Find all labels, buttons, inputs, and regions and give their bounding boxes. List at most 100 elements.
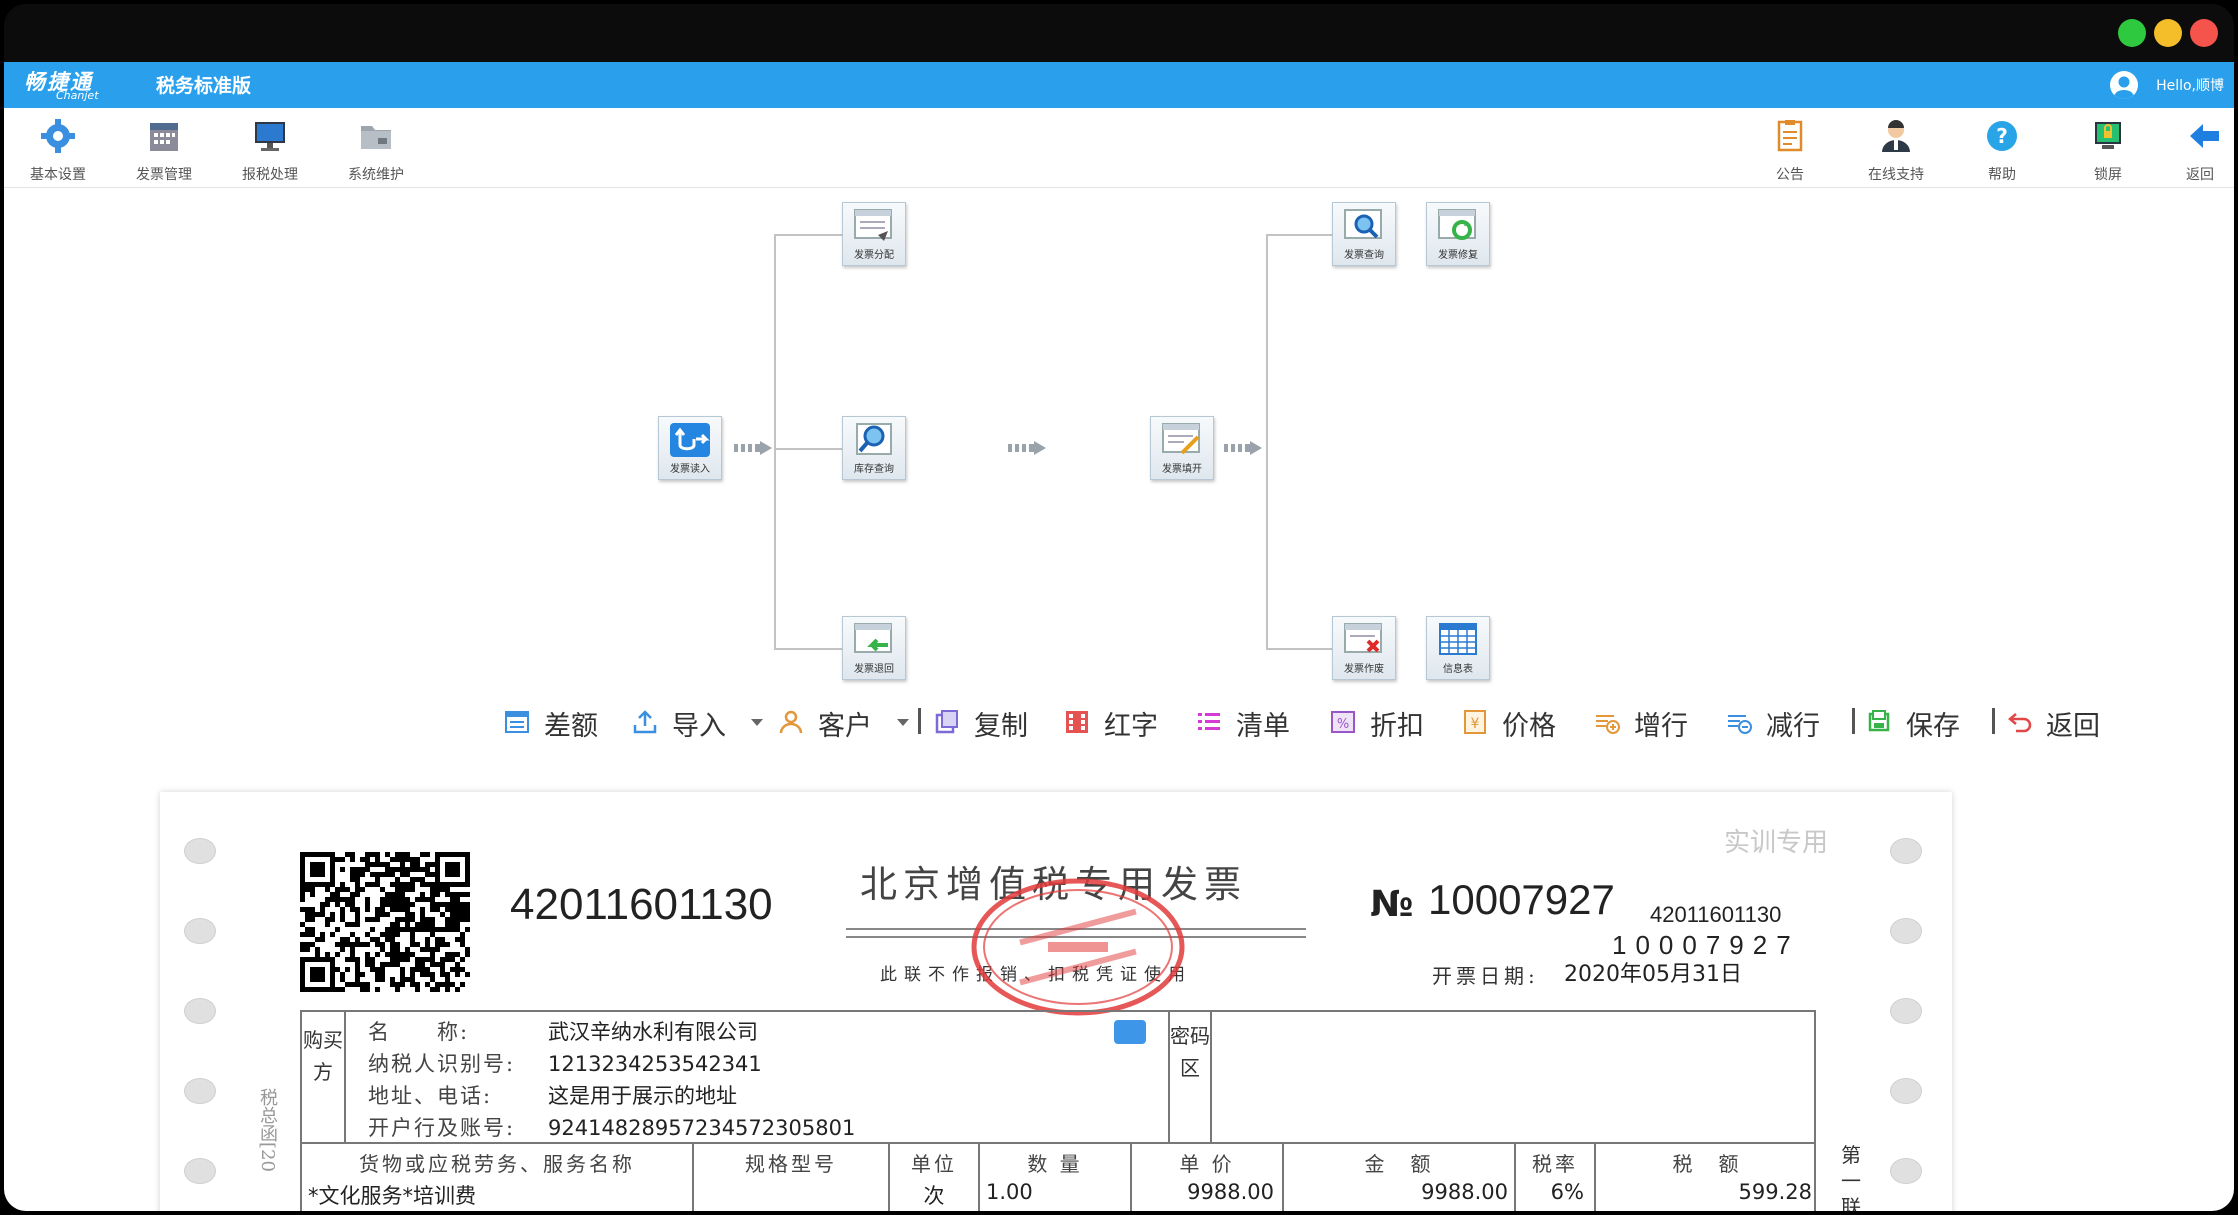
col-tax-rate[interactable]: 税率 6%	[1516, 1144, 1596, 1211]
app-header: 畅捷通 Chanjet 税务标准版 Hello,顺博	[4, 62, 2234, 108]
back-arrow-icon	[2190, 124, 2219, 148]
flow-info-table[interactable]: 信息表	[1426, 616, 1490, 680]
toolbar-basic-settings[interactable]: 基本设置	[8, 108, 108, 188]
flow-invoice-return[interactable]: 发票退回	[842, 616, 906, 680]
invoice-search-icon	[1344, 209, 1382, 239]
item-name[interactable]: *文化服务*培训费	[308, 1180, 476, 1210]
svg-text:¥: ¥	[1471, 716, 1480, 732]
toolbar-label: 锁屏	[2094, 167, 2122, 183]
col-amount[interactable]: 金 额 9988.00	[1284, 1144, 1516, 1211]
svg-text:%: %	[1337, 717, 1349, 732]
flow-invoice-void[interactable]: 发票作废	[1332, 616, 1396, 680]
toolbar-system-maintenance[interactable]: 系统维护	[326, 108, 426, 188]
buyer-taxid-row[interactable]: 纳税人识别号: 1213234253542341	[368, 1048, 762, 1080]
toolbar-tax-filing[interactable]: 报税处理	[220, 108, 320, 188]
window-minimize-button[interactable]	[2154, 19, 2182, 47]
main-toolbar: 基本设置 发票管理 报税处理 系统维护 公告 在线支持 ? 帮助 锁屏 返回	[4, 108, 2234, 188]
item-tax-amount[interactable]: 599.28	[1739, 1180, 1812, 1204]
flow-invoice-input[interactable]: 发票读入	[658, 416, 722, 480]
user-greeting[interactable]: Hello,顺博	[2156, 75, 2224, 95]
usb-input-icon	[670, 423, 710, 457]
invoice-workflow: 发票读入 发票分配 库存查询 发票退回 发票填开 发票查询 发票修复 发票作废 …	[4, 192, 2234, 722]
diff-icon	[505, 711, 529, 733]
paper-hole	[184, 838, 216, 864]
app-window: 畅捷通 Chanjet 税务标准版 Hello,顺博 基本设置 发票管理 报税处…	[4, 4, 2234, 1211]
table-icon	[1439, 623, 1477, 655]
toolbar-label: 基本设置	[30, 167, 86, 183]
chevron-down-icon[interactable]	[896, 718, 910, 728]
toolbar-notice[interactable]: 公告	[1740, 108, 1840, 188]
buyer-address[interactable]: 这是用于展示的地址	[548, 1084, 737, 1108]
col-quantity[interactable]: 数 量 1.00	[980, 1144, 1132, 1211]
buyer-section: 购买方 名 称: 武汉辛纳水利有限公司 纳税人识别号: 12132342535423…	[300, 1010, 1816, 1144]
flow-stock-query[interactable]: 库存查询	[842, 416, 906, 480]
item-quantity[interactable]: 1.00	[986, 1180, 1033, 1204]
items-table: 货物或应税劳务、服务名称 *文化服务*培训费 规格型号 单位 次 数 量 1.0…	[300, 1144, 1816, 1211]
lock-icon	[2095, 122, 2121, 149]
item-tax-rate[interactable]: 6%	[1551, 1180, 1584, 1204]
toolbar-lock-screen[interactable]: 锁屏	[2058, 108, 2158, 188]
edition-title: 税务标准版	[156, 75, 252, 97]
support-icon	[1882, 120, 1910, 152]
save-icon	[1868, 710, 1890, 732]
copy-part-label: 第一联	[1841, 1143, 1861, 1211]
red-letter-icon	[1066, 711, 1088, 733]
toolbar-label: 系统维护	[348, 167, 404, 183]
invoice-code: 42011601130	[510, 880, 773, 929]
training-watermark: 实训专用	[1724, 828, 1829, 858]
buyer-label: 购买方	[302, 1012, 346, 1142]
paper-hole	[184, 998, 216, 1024]
item-unit-price[interactable]: 9988.00	[1187, 1180, 1274, 1204]
flow-invoice-repair[interactable]: 发票修复	[1426, 202, 1490, 266]
invoice-code-small: 42011601130	[1650, 902, 1782, 927]
action-separator	[918, 708, 921, 734]
col-item-name[interactable]: 货物或应税劳务、服务名称 *文化服务*培训费	[302, 1144, 694, 1211]
buyer-taxid[interactable]: 1213234253542341	[548, 1052, 762, 1076]
toolbar-label: 报税处理	[242, 167, 298, 183]
remove-row-icon	[1728, 715, 1752, 734]
toolbar-help[interactable]: ? 帮助	[1952, 108, 2052, 188]
invoice-form: 42011601130 北京增值税专用发票 此联不作报销、扣税凭证使用 № 10…	[160, 792, 1952, 1211]
chevron-down-icon[interactable]	[750, 718, 764, 728]
col-tax-amount[interactable]: 税 额 599.28	[1596, 1144, 1818, 1211]
col-unit[interactable]: 单位 次	[890, 1144, 980, 1211]
col-spec[interactable]: 规格型号	[694, 1144, 890, 1211]
invoice-void-icon	[1344, 623, 1382, 653]
toolbar-invoice-management[interactable]: 发票管理	[114, 108, 214, 188]
add-row-icon	[1596, 715, 1620, 734]
toolbar-online-support[interactable]: 在线支持	[1846, 108, 1946, 188]
buyer-bank-row[interactable]: 开户行及账号: 92414828957234572305801	[368, 1112, 855, 1144]
official-seal-icon	[971, 878, 1185, 1016]
paper-hole	[1890, 1078, 1922, 1104]
flow-invoice-query[interactable]: 发票查询	[1332, 202, 1396, 266]
list-icon	[1198, 713, 1220, 730]
flow-invoice-distribute[interactable]: 发票分配	[842, 202, 906, 266]
flow-arrow-icon	[734, 441, 772, 455]
invoice-repair-icon	[1438, 209, 1476, 240]
action-separator	[1852, 708, 1855, 734]
cipher-area-label: 密码区	[1168, 1012, 1212, 1142]
paper-hole	[1890, 918, 1922, 944]
monitor-icon	[255, 122, 285, 151]
return-icon	[2008, 713, 2032, 733]
item-unit[interactable]: 次	[890, 1180, 978, 1210]
buyer-name[interactable]: 武汉辛纳水利有限公司	[548, 1020, 758, 1044]
customer-select-button[interactable]	[1114, 1020, 1146, 1044]
buyer-address-row[interactable]: 地址、电话: 这是用于展示的地址	[368, 1080, 737, 1112]
invoice-date-label: 开票日期:	[1432, 964, 1539, 988]
action-separator	[1992, 708, 1995, 734]
item-amount[interactable]: 9988.00	[1421, 1180, 1508, 1204]
user-avatar-icon[interactable]	[2110, 71, 2138, 99]
buyer-name-row[interactable]: 名 称: 武汉辛纳水利有限公司	[368, 1016, 758, 1048]
flow-arrow-icon	[1224, 441, 1262, 455]
window-maximize-button[interactable]	[2118, 19, 2146, 47]
flow-invoice-fill[interactable]: 发票填开	[1150, 416, 1214, 480]
side-vertical-text: 税总函[20	[257, 1088, 278, 1172]
toolbar-back[interactable]: 返回	[2166, 108, 2234, 188]
col-unit-price[interactable]: 单 价 9988.00	[1132, 1144, 1284, 1211]
window-close-button[interactable]	[2190, 19, 2218, 47]
app-content: 畅捷通 Chanjet 税务标准版 Hello,顺博 基本设置 发票管理 报税处…	[4, 62, 2234, 1211]
brand-logo-sub: Chanjet	[56, 89, 99, 102]
buyer-bank[interactable]: 92414828957234572305801	[548, 1116, 855, 1140]
qr-code-icon	[300, 852, 470, 992]
